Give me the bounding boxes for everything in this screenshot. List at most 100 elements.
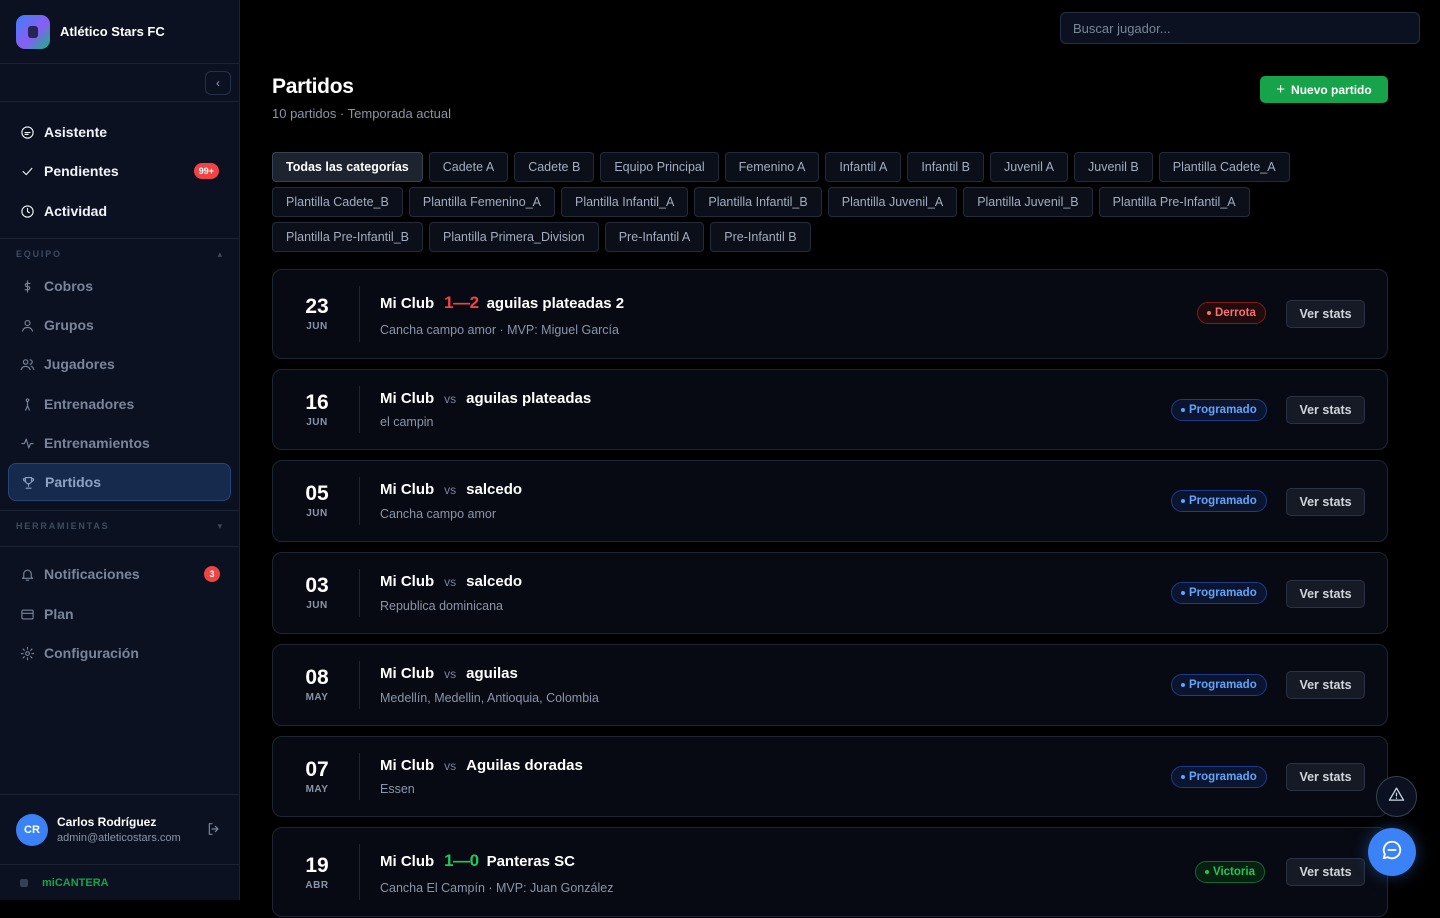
category-chip[interactable]: Plantilla Cadete_B: [272, 187, 403, 217]
view-stats-button[interactable]: Ver stats: [1286, 396, 1365, 424]
status-badge: Derrota: [1197, 302, 1266, 324]
sidebar-item-notificaciones[interactable]: Notificaciones 3: [8, 555, 231, 593]
view-stats-button[interactable]: Ver stats: [1286, 488, 1365, 516]
status-label: Derrota: [1215, 307, 1256, 319]
category-chip[interactable]: Plantilla Juvenil_A: [827, 187, 958, 217]
status-badge: Programado: [1171, 766, 1267, 788]
match-card[interactable]: 03 JUN Mi Club vs salcedo Republica domi…: [272, 552, 1388, 634]
match-date: 19 ABR: [273, 828, 361, 918]
plus-icon: +: [1276, 81, 1286, 98]
view-stats-button[interactable]: Ver stats: [1286, 858, 1365, 886]
sidebar-item-plan[interactable]: Plan: [8, 595, 231, 633]
match-card[interactable]: 16 JUN Mi Club vs aguilas plateadas el c…: [272, 369, 1388, 450]
category-chip[interactable]: Infantil B: [907, 152, 984, 182]
sidebar-item-actividad[interactable]: Actividad: [8, 192, 231, 230]
category-chip[interactable]: Plantilla Juvenil_B: [963, 187, 1093, 217]
match-day: 08: [305, 666, 329, 689]
divider: [0, 101, 240, 102]
sidebar-item-partidos[interactable]: Partidos: [8, 463, 231, 501]
status-label: Programado: [1189, 587, 1257, 599]
sidebar-item-label: Jugadores: [44, 356, 115, 372]
sidebar-item-asistente[interactable]: Asistente: [8, 113, 231, 151]
chat-assistant-button[interactable]: [1368, 828, 1416, 876]
match-day: 07: [305, 757, 329, 781]
view-stats-button[interactable]: Ver stats: [1286, 671, 1365, 699]
match-card[interactable]: 08 MAY Mi Club vs aguilas Medellín, Mede…: [272, 644, 1388, 726]
status-badge: Programado: [1171, 674, 1267, 696]
category-chip[interactable]: Juvenil A: [989, 152, 1068, 182]
sidebar-item-cobros[interactable]: Cobros: [8, 267, 231, 305]
pending-count-badge: 99+: [193, 163, 219, 179]
divider: [0, 546, 240, 547]
collapse-sidebar-button[interactable]: ‹: [205, 71, 231, 95]
vs-label: vs: [444, 391, 457, 406]
category-chip[interactable]: Femenino A: [724, 152, 820, 182]
category-chip[interactable]: Plantilla Primera_Division: [428, 222, 599, 252]
category-chip[interactable]: Pre-Infantil B: [710, 222, 811, 252]
sidebar-item-jugadores[interactable]: Jugadores: [8, 345, 231, 383]
match-day: 19: [305, 854, 329, 877]
sidebar-item-entrenamientos[interactable]: Entrenamientos: [8, 424, 231, 462]
report-issue-button[interactable]: [1376, 776, 1417, 817]
category-chip[interactable]: Todas las categorías: [272, 152, 423, 182]
match-teams: Mi Club vs Aguilas doradas: [380, 757, 583, 774]
section-equipo-toggle[interactable]: EQUIPO ▴: [16, 249, 224, 260]
match-card[interactable]: 05 JUN Mi Club vs salcedo Cancha campo a…: [272, 460, 1388, 542]
category-chip[interactable]: Plantilla Infantil_A: [560, 187, 689, 217]
search-input[interactable]: [1060, 12, 1420, 44]
section-herramientas-toggle[interactable]: HERRAMIENTAS ▾: [16, 521, 224, 532]
logout-icon[interactable]: [206, 821, 222, 842]
category-chip[interactable]: Plantilla Femenino_A: [408, 187, 555, 217]
new-match-label: Nuevo partido: [1291, 82, 1372, 97]
sidebar-item-grupos[interactable]: Grupos: [8, 306, 231, 344]
category-chip[interactable]: Plantilla Pre-Infantil_A: [1098, 187, 1250, 217]
category-chip[interactable]: Pre-Infantil A: [604, 222, 705, 252]
match-card[interactable]: 19 ABR Mi Club 1—0 Panteras SC Cancha El…: [272, 827, 1388, 917]
user-profile[interactable]: CR Carlos Rodríguez admin@atleticostars.…: [0, 794, 240, 864]
new-match-button[interactable]: + Nuevo partido: [1260, 76, 1388, 103]
match-teams: Mi Club vs salcedo: [380, 481, 522, 498]
status-badge: Programado: [1171, 582, 1267, 604]
category-chip[interactable]: Cadete B: [514, 152, 595, 182]
divider: [359, 569, 360, 617]
whistle-icon: [19, 396, 35, 412]
match-date: 07 MAY: [273, 737, 361, 816]
sidebar-item-label: Plan: [44, 606, 74, 622]
view-stats-button[interactable]: Ver stats: [1286, 300, 1365, 328]
sidebar-item-pendientes[interactable]: Pendientes 99+: [8, 152, 231, 190]
user-email: admin@atleticostars.com: [57, 832, 181, 844]
match-info: el campin: [380, 415, 434, 429]
section-label: EQUIPO: [16, 249, 62, 259]
users-icon: [19, 356, 35, 372]
match-teams: Mi Club vs aguilas plateadas: [380, 390, 591, 407]
category-chip[interactable]: Equipo Principal: [600, 152, 719, 182]
away-team: Panteras SC: [486, 852, 575, 870]
away-team: Aguilas doradas: [466, 757, 583, 774]
sidebar-item-label: Actividad: [44, 203, 108, 219]
category-chip[interactable]: Infantil A: [825, 152, 902, 182]
sidebar-item-configuracion[interactable]: Configuración: [8, 634, 231, 672]
category-chip[interactable]: Plantilla Cadete_A: [1158, 152, 1290, 182]
activity-icon: [19, 435, 35, 451]
avatar: CR: [16, 813, 48, 846]
category-chip[interactable]: Plantilla Infantil_B: [694, 187, 822, 217]
match-month: JUN: [306, 321, 328, 332]
match-info: Essen: [380, 782, 415, 796]
app-footer: miCANTERA: [0, 864, 240, 900]
match-day: 05: [305, 482, 329, 505]
category-chip[interactable]: Juvenil B: [1074, 152, 1153, 182]
match-card[interactable]: 07 MAY Mi Club vs Aguilas doradas Essen …: [272, 736, 1388, 817]
category-chip[interactable]: Plantilla Pre-Infantil_B: [272, 222, 423, 252]
check-icon: [19, 163, 35, 179]
sidebar-item-entrenadores[interactable]: Entrenadores: [8, 385, 231, 423]
view-stats-button[interactable]: Ver stats: [1286, 763, 1365, 791]
category-chip[interactable]: Cadete A: [428, 152, 509, 182]
match-date: 16 JUN: [273, 370, 361, 449]
match-date: 08 MAY: [273, 645, 361, 725]
user-icon: [19, 317, 35, 333]
match-card[interactable]: 23 JUN Mi Club 1—2 aguilas plateadas 2 C…: [272, 269, 1388, 359]
status-label: Programado: [1189, 404, 1257, 416]
brand[interactable]: Atlético Stars FC: [0, 0, 239, 64]
view-stats-button[interactable]: Ver stats: [1286, 580, 1365, 608]
match-month: JUN: [306, 508, 328, 519]
